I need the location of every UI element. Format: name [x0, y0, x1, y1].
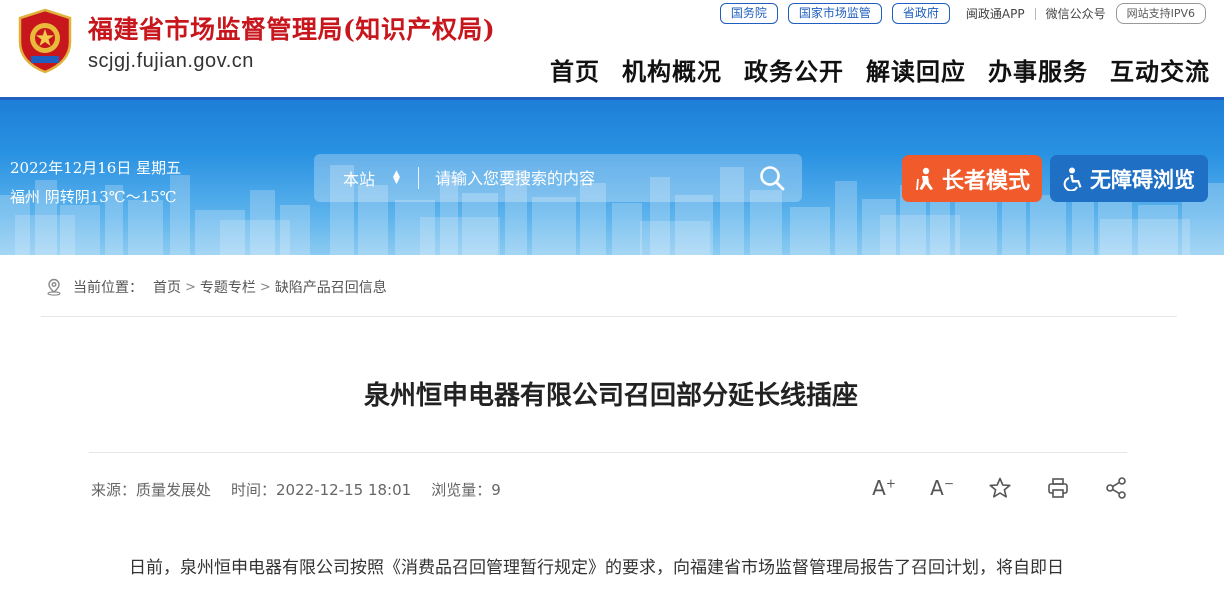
site-header: 福建省市场监督管理局(知识产权局) scjgj.fujian.gov.cn 国务… — [0, 0, 1224, 100]
updown-arrow-icon: ▲ ▼ — [393, 169, 400, 186]
search-scope-label: 本站 — [343, 170, 376, 189]
search-input[interactable] — [419, 168, 742, 188]
location-icon — [47, 278, 61, 296]
elder-mode-label: 长者模式 — [941, 168, 1030, 194]
link-province-gov[interactable]: 省政府 — [891, 3, 950, 24]
link-app[interactable]: 闽政通APP — [966, 5, 1025, 22]
breadcrumb-separator: > — [259, 279, 271, 295]
article-tools: A+ A− — [871, 475, 1129, 501]
article-body-paragraph: 日前，泉州恒申电器有限公司按照《消费品召回管理暂行规定》的要求，向福建省市场监督… — [129, 558, 1064, 578]
divider — [1034, 7, 1036, 20]
print-button[interactable] — [1045, 475, 1071, 501]
accessibility-button[interactable]: 无障碍浏览 — [1050, 155, 1208, 202]
article-panel: 当前位置： 首页 > 专题专栏 > 缺陷产品召回信息 泉州恒申电器有限公司召回部… — [9, 255, 1213, 595]
font-decrease-icon: A− — [930, 476, 954, 500]
banner: 2022年12月16日 星期五 福州 阴转阴13℃～15℃ 本站 ▲▼ 长者模式 — [0, 100, 1224, 255]
divider — [41, 316, 1177, 317]
search-bar: 本站 ▲ ▼ — [314, 154, 802, 202]
nav-interaction[interactable]: 互动交流 — [1110, 52, 1210, 87]
nav-gov-affairs[interactable]: 政务公开 — [744, 52, 844, 87]
breadcrumb-home[interactable]: 首页 — [153, 277, 181, 297]
link-wechat[interactable]: 微信公众号 — [1046, 5, 1106, 22]
font-increase-icon: A+ — [872, 476, 896, 500]
share-icon — [1106, 477, 1126, 499]
divider — [89, 452, 1127, 453]
nav-home[interactable]: 首页 — [550, 52, 600, 87]
link-samr[interactable]: 国家市场监管 — [787, 3, 882, 24]
link-state-council[interactable]: 国务院 — [719, 3, 778, 24]
font-increase-button[interactable]: A+ — [871, 475, 897, 501]
article-title: 泉州恒申电器有限公司召回部分延长线插座 — [363, 381, 858, 411]
weather-display: 福州 阴转阴13℃～15℃ — [10, 188, 177, 206]
nav-services[interactable]: 办事服务 — [988, 52, 1088, 87]
top-links: 国务院 国家市场监管 省政府 闽政通APP 微信公众号 网站支持IPV6 — [719, 3, 1206, 24]
nav-organization[interactable]: 机构概况 — [622, 52, 722, 87]
elder-icon — [916, 167, 933, 190]
nav-interpretation[interactable]: 解读回应 — [866, 52, 966, 87]
star-icon — [989, 477, 1011, 498]
share-button[interactable] — [1103, 475, 1129, 501]
elder-mode-button[interactable]: 长者模式 — [902, 155, 1042, 202]
font-decrease-button[interactable]: A− — [929, 475, 955, 501]
breadcrumb: 当前位置： 首页 > 专题专栏 > 缺陷产品召回信息 — [45, 277, 387, 297]
article-views: 浏览量：9 — [431, 481, 501, 499]
search-scope-select[interactable]: 本站 ▲ ▼ — [314, 166, 418, 190]
print-icon — [1048, 478, 1068, 498]
ipv6-badge: 网站支持IPV6 — [1115, 3, 1206, 24]
main-nav: 首页 机构概况 政务公开 解读回应 办事服务 互动交流 — [550, 52, 1210, 87]
article-source: 来源：质量发展处 — [91, 481, 212, 499]
favorite-button[interactable] — [987, 475, 1013, 501]
date-display: 2022年12月16日 星期五 — [10, 159, 182, 177]
org-name[interactable]: 福建省市场监督管理局(知识产权局) — [88, 10, 495, 46]
breadcrumb-recall-info[interactable]: 缺陷产品召回信息 — [275, 277, 387, 297]
article-meta: 来源：质量发展处 时间：2022-12-15 18:01 浏览量：9 — [91, 479, 501, 500]
breadcrumb-topics[interactable]: 专题专栏 — [200, 277, 256, 297]
article-time: 时间：2022-12-15 18:01 — [231, 481, 412, 499]
accessibility-label: 无障碍浏览 — [1090, 167, 1195, 192]
search-button[interactable] — [742, 165, 802, 191]
emblem-icon[interactable] — [14, 8, 76, 74]
site-domain: scjgj.fujian.gov.cn — [88, 50, 254, 72]
breadcrumb-prefix: 当前位置： — [73, 280, 143, 296]
search-icon — [760, 166, 785, 191]
breadcrumb-separator: > — [185, 279, 196, 295]
wheelchair-icon — [1063, 167, 1082, 191]
